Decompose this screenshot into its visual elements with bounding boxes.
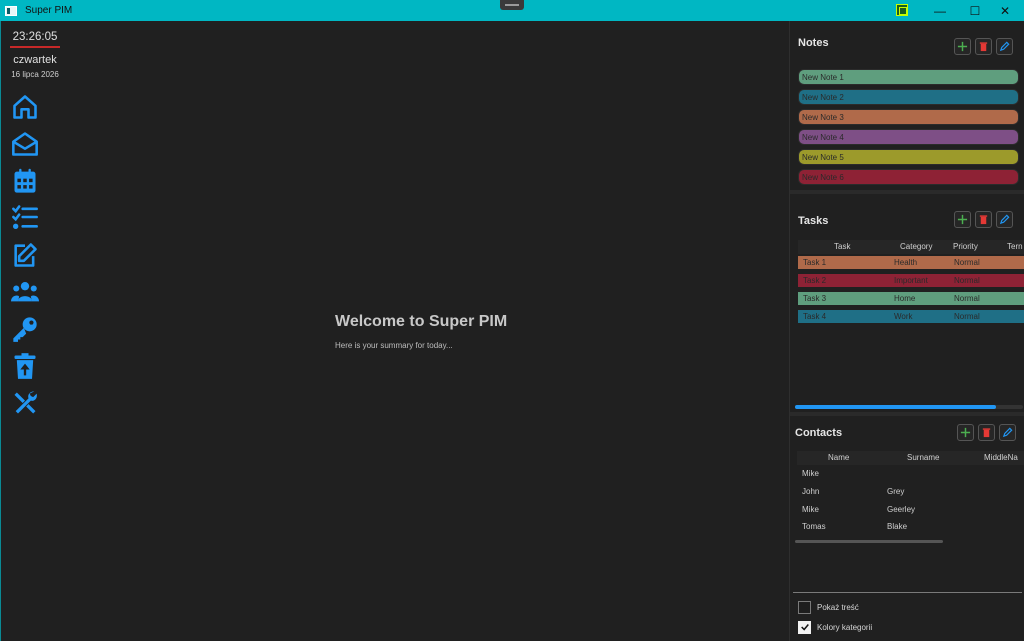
mail-icon[interactable] — [11, 130, 39, 158]
welcome-title: Welcome to Super PIM — [335, 313, 508, 330]
edit-contact-button[interactable] — [999, 424, 1016, 441]
plus-icon — [957, 214, 968, 225]
close-button[interactable]: ✕ — [989, 0, 1021, 21]
category-colors-label: Kolory kategorii — [817, 622, 873, 632]
trash-restore-icon[interactable] — [11, 352, 39, 380]
title-bar: Super PIM — ☐ ✕ — [0, 0, 1024, 21]
delete-contact-button[interactable] — [978, 424, 995, 441]
show-content-checkbox[interactable] — [798, 600, 811, 614]
trash-icon — [979, 42, 988, 52]
note-item[interactable]: New Note 5 — [798, 149, 1019, 165]
plus-icon — [960, 427, 971, 438]
task-row[interactable]: Task 2 Important Normal — [798, 274, 1024, 287]
clock: 23:26:05 — [10, 31, 60, 48]
day-of-week: czwartek — [13, 54, 57, 66]
column-header-priority[interactable]: Priority — [953, 242, 978, 251]
app-icon — [5, 5, 17, 16]
section-divider — [790, 412, 1024, 416]
notes-title: Notes — [798, 37, 829, 49]
home-icon[interactable] — [11, 93, 39, 121]
note-item[interactable]: New Note 1 — [798, 69, 1019, 85]
contacts-icon[interactable] — [11, 278, 39, 306]
task-row[interactable]: Task 4 Work Normal — [798, 310, 1024, 323]
contacts-grid-header: Name Surname MiddleNa — [797, 451, 1024, 465]
column-header-category[interactable]: Category — [900, 242, 932, 251]
calendar-icon[interactable] — [11, 167, 39, 195]
show-content-label: Pokaż treść — [817, 602, 859, 612]
delete-task-button[interactable] — [975, 211, 992, 228]
edit-task-button[interactable] — [996, 211, 1013, 228]
edit-note-icon[interactable] — [11, 241, 39, 269]
tasks-title: Tasks — [798, 215, 829, 227]
note-item[interactable]: New Note 6 — [798, 169, 1019, 185]
tray-app-icon[interactable] — [896, 4, 908, 16]
category-colors-option[interactable]: Kolory kategorii — [798, 620, 872, 634]
contact-row[interactable]: Tomas Blake — [802, 522, 1022, 536]
tasks-grid-header: Task Category Priority Tern — [798, 240, 1024, 254]
window-title: Super PIM — [25, 5, 73, 16]
column-header-term[interactable]: Tern — [1007, 242, 1023, 251]
show-content-option[interactable]: Pokaż treść — [798, 600, 859, 614]
options-divider — [793, 592, 1022, 593]
add-note-button[interactable] — [954, 38, 971, 55]
column-header-middlename[interactable]: MiddleNa — [984, 453, 1018, 462]
pencil-icon — [1002, 427, 1013, 438]
task-row[interactable]: Task 3 Home Normal — [798, 292, 1024, 305]
add-task-button[interactable] — [954, 211, 971, 228]
tasks-progress-fill — [795, 405, 996, 409]
maximize-button[interactable]: ☐ — [959, 0, 991, 21]
summary-panel: Notes New Note 1 New Note 2 New Note 3 N… — [789, 21, 1024, 641]
drag-handle[interactable] — [500, 0, 524, 10]
tools-icon[interactable] — [11, 389, 39, 417]
trash-icon — [982, 428, 991, 438]
trash-icon — [979, 215, 988, 225]
contacts-horizontal-scrollbar[interactable] — [795, 540, 943, 543]
key-icon[interactable] — [11, 315, 39, 343]
contacts-title: Contacts — [795, 427, 843, 439]
tasks-progress-bar — [795, 405, 1023, 409]
delete-note-button[interactable] — [975, 38, 992, 55]
task-row[interactable]: Task 1 Health Normal — [798, 256, 1024, 269]
pencil-icon — [999, 41, 1010, 52]
contact-row[interactable]: Mike Geerley — [802, 505, 1022, 519]
plus-icon — [957, 41, 968, 52]
contact-row[interactable]: John Grey — [802, 487, 1022, 501]
category-colors-checkbox[interactable] — [798, 620, 811, 634]
pencil-icon — [999, 214, 1010, 225]
note-item[interactable]: New Note 3 — [798, 109, 1019, 125]
minimize-button[interactable]: — — [924, 0, 956, 21]
note-item[interactable]: New Note 2 — [798, 89, 1019, 105]
welcome-subtitle: Here is your summary for today... — [335, 341, 453, 350]
contact-row[interactable]: Mike — [802, 469, 1022, 483]
column-header-name[interactable]: Name — [828, 453, 849, 462]
tasks-icon[interactable] — [11, 203, 39, 231]
edit-note-button[interactable] — [996, 38, 1013, 55]
column-header-task[interactable]: Task — [834, 242, 850, 251]
sidebar: 23:26:05 czwartek 16 lipca 2026 — [0, 21, 68, 641]
note-item[interactable]: New Note 4 — [798, 129, 1019, 145]
current-date: 16 lipca 2026 — [11, 70, 59, 79]
section-divider — [790, 190, 1024, 194]
column-header-surname[interactable]: Surname — [907, 453, 939, 462]
add-contact-button[interactable] — [957, 424, 974, 441]
check-icon — [800, 624, 809, 631]
